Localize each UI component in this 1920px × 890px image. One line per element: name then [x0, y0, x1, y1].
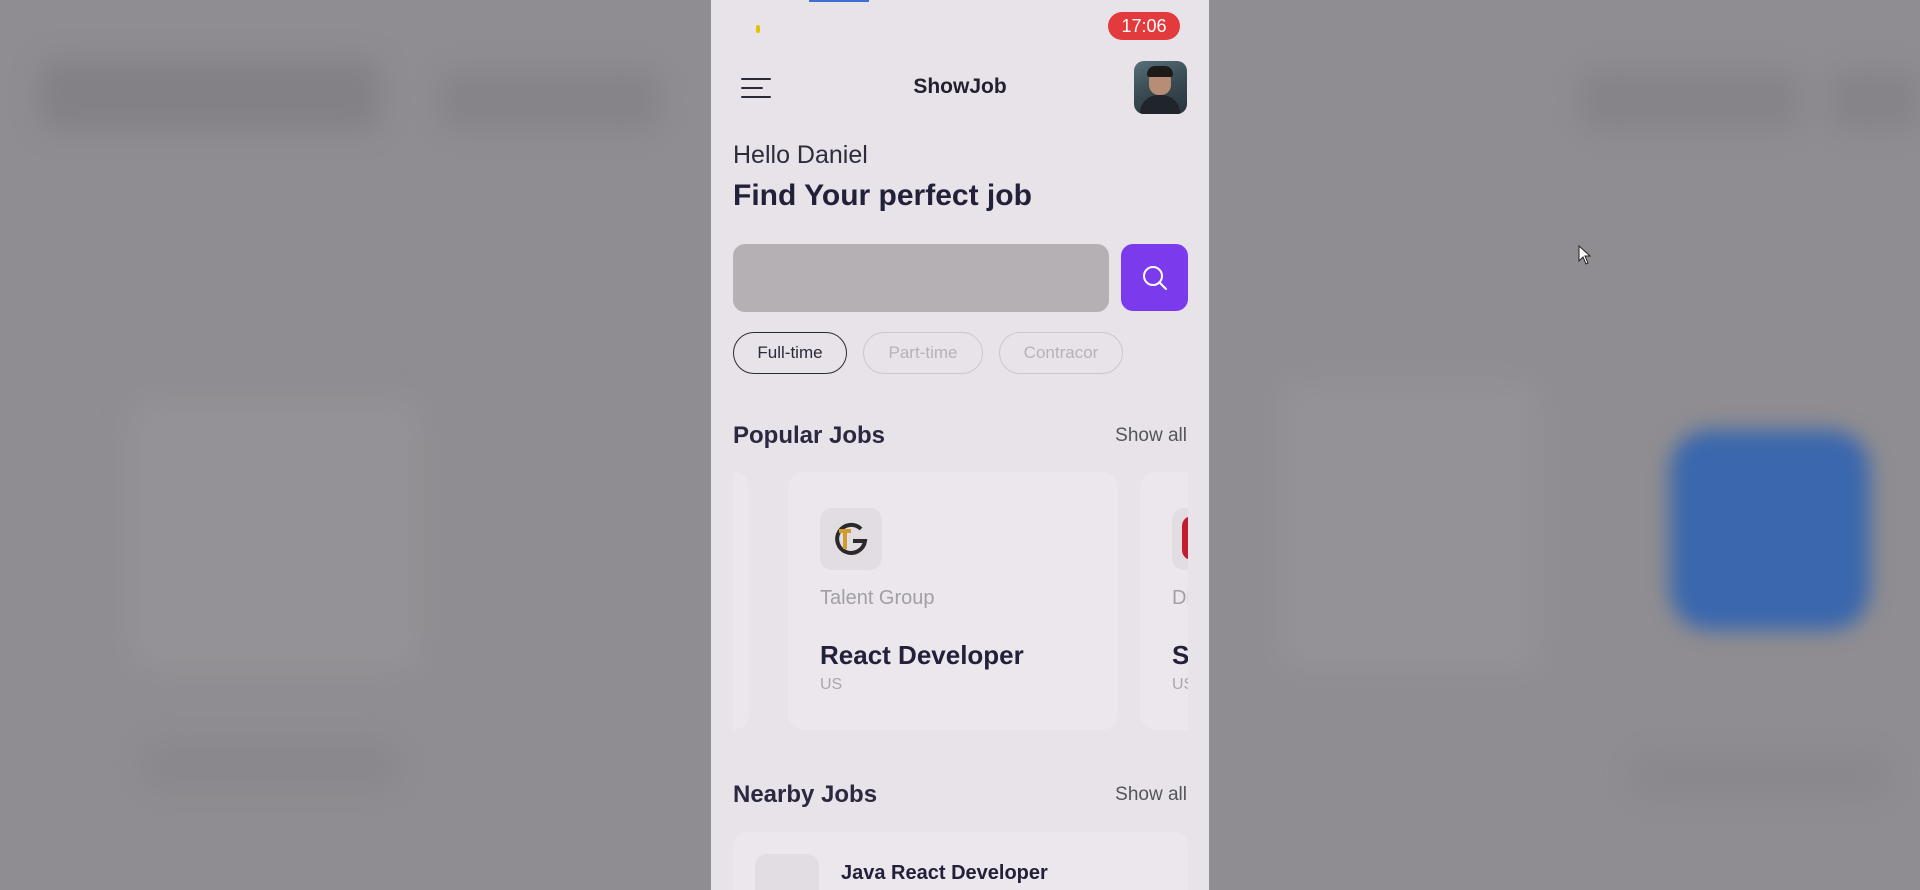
talent-group-logo-icon	[835, 522, 868, 555]
job-location: US	[820, 676, 843, 693]
status-accent-line	[809, 0, 869, 2]
filter-chip-full-time[interactable]: Full-time	[733, 332, 847, 374]
blurred-shape	[440, 70, 660, 130]
battery-indicator-icon	[756, 25, 760, 33]
blurred-shape	[1830, 70, 1920, 130]
popular-show-all-link[interactable]: Show all	[1115, 425, 1187, 447]
company-name: Talent Group	[820, 587, 935, 609]
job-card[interactable]: Talent Group React Developer US	[788, 472, 1118, 730]
mouse-cursor-icon	[1578, 245, 1592, 265]
search-icon	[1143, 266, 1167, 290]
search-button[interactable]	[1121, 244, 1188, 311]
job-card[interactable]	[733, 472, 749, 730]
phone-screen: 17:06 ShowJob Hello Daniel Find Your per…	[711, 0, 1209, 890]
greeting-text: Hello Daniel	[733, 141, 868, 169]
job-title: Se	[1172, 640, 1188, 670]
list-item[interactable]: Java React Developer	[733, 832, 1188, 890]
status-time: 17:06	[1108, 12, 1180, 40]
page-headline: Find Your perfect job	[733, 179, 1032, 212]
filter-chip-contractor[interactable]: Contracor	[999, 332, 1123, 374]
blurred-shape	[1280, 380, 1540, 670]
company-logo	[820, 508, 882, 570]
job-location: US	[1172, 676, 1188, 693]
job-card[interactable]: Dic Se US	[1140, 472, 1188, 730]
job-title: Java React Developer	[841, 862, 1048, 884]
blurred-shape	[1630, 750, 1890, 800]
company-logo	[755, 854, 819, 890]
search-input[interactable]	[733, 244, 1109, 312]
avatar[interactable]	[1134, 61, 1187, 114]
popular-jobs-carousel[interactable]: Talent Group React Developer US Dic Se U…	[733, 472, 1188, 730]
popular-jobs-heading: Popular Jobs	[733, 422, 886, 449]
blurred-shape	[140, 740, 400, 790]
blurred-blue-button	[1670, 430, 1870, 630]
company-name: Dic	[1172, 587, 1188, 609]
company-logo	[1172, 508, 1188, 570]
blurred-shape	[40, 60, 380, 130]
filter-chip-part-time[interactable]: Part-time	[863, 332, 983, 374]
nearby-show-all-link[interactable]: Show all	[1115, 784, 1187, 806]
job-title: React Developer	[820, 640, 1024, 670]
nearby-jobs-heading: Nearby Jobs	[733, 781, 878, 808]
blurred-shape	[1580, 70, 1800, 130]
blurred-shape	[130, 400, 420, 670]
